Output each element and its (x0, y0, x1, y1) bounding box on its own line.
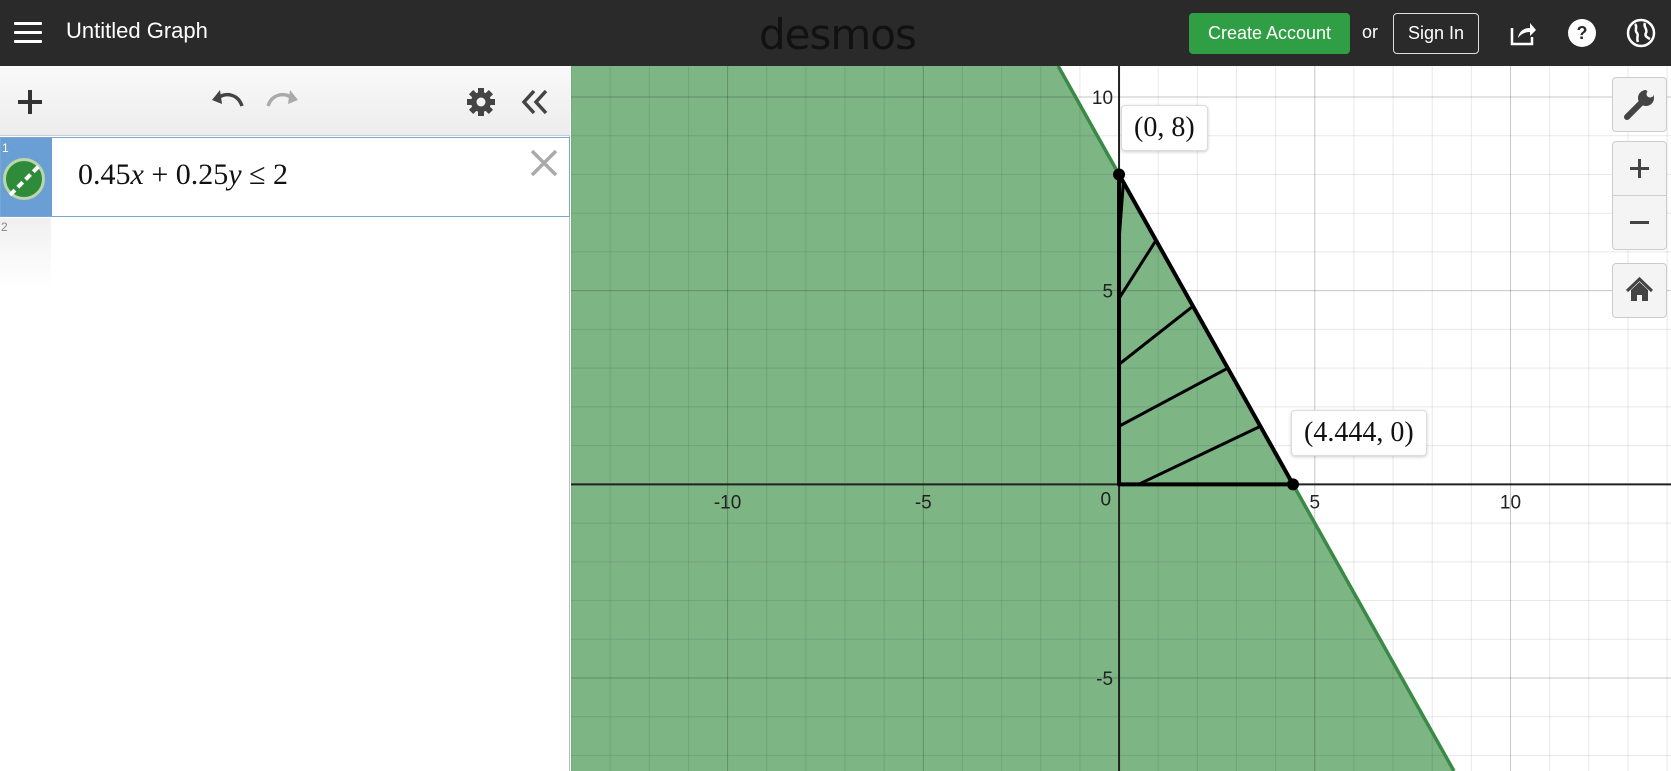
undo-icon[interactable] (210, 86, 246, 119)
redo-icon[interactable] (264, 86, 300, 119)
add-icon[interactable] (16, 88, 44, 121)
expression-panel: 1 0.45x + 0.25y ≤ 2 2 (0, 66, 570, 771)
x-tick-label: -5 (915, 492, 932, 513)
home-icon[interactable] (1613, 264, 1666, 317)
expression-math[interactable]: 0.45x + 0.25y ≤ 2 (78, 158, 288, 192)
y-tick-label: -5 (1096, 669, 1113, 690)
graph-settings-button[interactable] (1612, 77, 1667, 132)
collapse-panel-icon[interactable] (520, 88, 550, 121)
rhs: 2 (273, 158, 289, 191)
menu-icon[interactable] (14, 20, 42, 46)
graph-paper[interactable]: -10 -5 5 10 10 5 -5 0 (571, 66, 1671, 771)
expression-index: 2 (1, 220, 8, 234)
settings-gear-icon[interactable] (466, 87, 496, 122)
language-globe-icon[interactable] (1626, 18, 1656, 48)
expression-row[interactable]: 1 0.45x + 0.25y ≤ 2 (0, 137, 570, 217)
zoom-in-icon[interactable] (1613, 142, 1666, 195)
point-label-x-intercept[interactable]: (4.444, 0) (1291, 410, 1427, 456)
y-tick-label: 5 (1102, 282, 1113, 303)
desmos-logo: desmos (759, 10, 917, 59)
graph-title[interactable]: Untitled Graph (66, 18, 208, 44)
svg-text:?: ? (1577, 23, 1588, 43)
origin-label: 0 (1100, 489, 1111, 510)
expression-color-icon[interactable] (3, 158, 45, 200)
delete-expression-icon[interactable] (529, 148, 559, 178)
help-icon[interactable]: ? (1567, 18, 1597, 48)
top-bar: Untitled Graph desmos Create Account or … (0, 0, 1671, 66)
create-account-button[interactable]: Create Account (1189, 13, 1350, 54)
relation: ≤ (249, 158, 266, 191)
x-tick-label: -10 (714, 492, 741, 513)
empty-expression-row[interactable]: 2 (0, 218, 51, 288)
var-x: x (130, 158, 144, 191)
share-icon[interactable] (1508, 18, 1538, 48)
coef-x: 0.45 (78, 158, 131, 191)
or-text: or (1362, 22, 1379, 42)
intercept-point (1287, 478, 1300, 491)
default-viewport-button[interactable] (1612, 263, 1667, 318)
expression-gutter: 1 (1, 138, 52, 216)
zoom-controls (1612, 141, 1667, 250)
zoom-out-icon[interactable] (1613, 196, 1666, 249)
var-y: y (228, 158, 242, 191)
expression-index: 1 (2, 141, 9, 155)
wrench-icon[interactable] (1613, 78, 1666, 131)
expression-toolbar (0, 66, 570, 136)
x-tick-label: 5 (1309, 492, 1320, 513)
coef-y: 0.25 (175, 158, 229, 191)
y-tick-label: 10 (1092, 88, 1113, 109)
point-label-y-intercept[interactable]: (0, 8) (1121, 105, 1208, 151)
intercept-point (1113, 168, 1126, 181)
graph-canvas[interactable]: -10 -5 5 10 10 5 -5 0 (571, 66, 1671, 771)
x-tick-label: 10 (1500, 492, 1521, 513)
sign-in-button[interactable]: Sign In (1393, 13, 1479, 54)
